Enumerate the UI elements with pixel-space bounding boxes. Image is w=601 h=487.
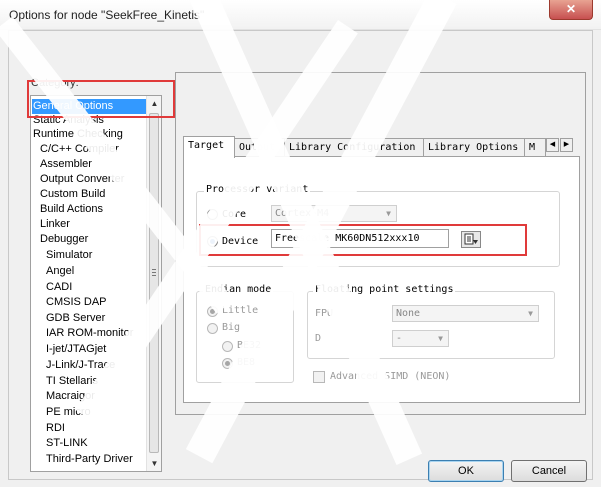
chevron-down-icon: ▼ bbox=[386, 209, 391, 218]
category-item[interactable]: CMSIS DAP bbox=[32, 295, 107, 310]
endian-mode-label: Endian mode bbox=[203, 284, 274, 295]
core-label: Core bbox=[222, 209, 247, 220]
d-select[interactable]: - ▼ bbox=[392, 330, 449, 347]
category-item[interactable]: ST-LINK bbox=[32, 436, 88, 451]
chevron-down-icon: ▼ bbox=[528, 309, 533, 318]
fpu-value: None bbox=[396, 308, 421, 319]
be32-label: BE32 bbox=[237, 340, 262, 351]
fpu-select[interactable]: None ▼ bbox=[392, 305, 539, 322]
category-item[interactable]: Runtime Checking bbox=[32, 127, 123, 142]
little-radio[interactable] bbox=[207, 306, 218, 317]
cancel-button[interactable]: Cancel bbox=[511, 460, 587, 482]
processor-variant-label: Processor variant bbox=[204, 184, 311, 195]
category-list[interactable]: Third-Party Driver ST-LINK RDI PE micro Macr… bbox=[30, 95, 162, 472]
d-label: D bbox=[315, 333, 322, 344]
grip-line bbox=[152, 269, 156, 270]
category-item[interactable]: Static Analysis bbox=[32, 113, 104, 128]
scroll-thumb[interactable] bbox=[149, 113, 159, 453]
category-item[interactable]: Custom Build bbox=[32, 187, 105, 202]
category-item[interactable]: Assembler bbox=[32, 157, 92, 172]
be8-label: BE8 bbox=[237, 357, 256, 368]
chevron-down-icon: ▼ bbox=[438, 334, 443, 343]
scroll-up-icon[interactable]: ▲ bbox=[147, 96, 161, 111]
be32-radio[interactable] bbox=[222, 341, 233, 352]
category-item[interactable]: RDI bbox=[32, 421, 65, 436]
little-label: Little bbox=[222, 305, 259, 316]
device-label: Device bbox=[222, 236, 259, 247]
category-item[interactable]: Linker bbox=[32, 217, 70, 232]
core-value: Cortex-M4 bbox=[275, 208, 330, 219]
device-list-icon bbox=[464, 233, 478, 245]
device-radio[interactable] bbox=[207, 236, 218, 247]
tab-scroll-left-icon[interactable]: ◀ bbox=[546, 138, 559, 152]
category-label: Category: bbox=[31, 77, 79, 89]
floating-point-group bbox=[307, 291, 555, 359]
category-item[interactable]: Simulator bbox=[32, 248, 92, 263]
category-item[interactable]: Debugger bbox=[32, 232, 88, 247]
category-item[interactable]: General Options bbox=[32, 99, 147, 114]
ok-button[interactable]: OK bbox=[428, 460, 504, 482]
grip-line bbox=[152, 272, 156, 273]
category-item[interactable]: Output Converter bbox=[32, 172, 124, 187]
tab-scroll-right-icon[interactable]: ▶ bbox=[560, 138, 573, 152]
floating-point-label: Floating point settings bbox=[313, 284, 456, 295]
core-select[interactable]: Cortex-M4 ▼ bbox=[271, 205, 397, 222]
simd-checkbox[interactable] bbox=[313, 371, 325, 383]
category-item[interactable]: TI Stellaris bbox=[32, 374, 98, 389]
tab-m[interactable]: M bbox=[524, 138, 546, 157]
simd-label: Advanced SIMD (NEON) bbox=[330, 371, 451, 382]
category-item[interactable]: Build Actions bbox=[32, 202, 103, 217]
d-value: - bbox=[396, 333, 403, 344]
be8-radio[interactable] bbox=[222, 358, 233, 369]
category-item[interactable]: Angel bbox=[32, 264, 74, 279]
big-label: Big bbox=[222, 322, 241, 333]
tab-output[interactable]: Output bbox=[234, 138, 285, 157]
core-radio[interactable] bbox=[207, 209, 218, 220]
device-field[interactable]: Freescale MK60DN512xxx10 bbox=[271, 229, 449, 248]
device-value: Freescale MK60DN512xxx10 bbox=[275, 233, 420, 244]
options-dialog: Options for node "SeekFree_Kinetis" ✕ Ca… bbox=[0, 0, 601, 487]
tab-target[interactable]: Target bbox=[183, 136, 235, 158]
scroll-down-icon[interactable]: ▼ bbox=[147, 456, 161, 471]
category-item[interactable]: PE micro bbox=[32, 405, 91, 420]
big-radio[interactable] bbox=[207, 323, 218, 334]
category-item[interactable]: CADI bbox=[32, 280, 72, 295]
category-item[interactable]: Third-Party Driver bbox=[32, 452, 133, 467]
category-item[interactable]: J-Link/J-Trace bbox=[32, 358, 115, 373]
category-item[interactable]: Macraigor bbox=[32, 389, 95, 404]
device-select-button[interactable] bbox=[461, 231, 481, 248]
category-scrollbar[interactable]: ▲ ▼ bbox=[146, 96, 161, 471]
category-item[interactable]: C/C++ Compiler bbox=[32, 142, 119, 157]
tab-library-options[interactable]: Library Options bbox=[423, 138, 525, 157]
close-button[interactable]: ✕ bbox=[549, 0, 593, 20]
title-bar: Options for node "SeekFree_Kinetis" ✕ bbox=[0, 0, 601, 30]
tab-library-configuration[interactable]: Library Configuration bbox=[284, 138, 424, 157]
tab-strip: M Library Options Library Configuration Out… bbox=[183, 136, 580, 158]
fpu-label: FPU bbox=[315, 308, 334, 319]
category-item[interactable]: I-jet/JTAGjet bbox=[32, 342, 106, 357]
grip-line bbox=[152, 275, 156, 276]
category-item[interactable]: IAR ROM-monitor bbox=[32, 326, 133, 341]
category-item[interactable]: GDB Server bbox=[32, 311, 105, 326]
window-title: Options for node "SeekFree_Kinetis" bbox=[9, 8, 205, 22]
